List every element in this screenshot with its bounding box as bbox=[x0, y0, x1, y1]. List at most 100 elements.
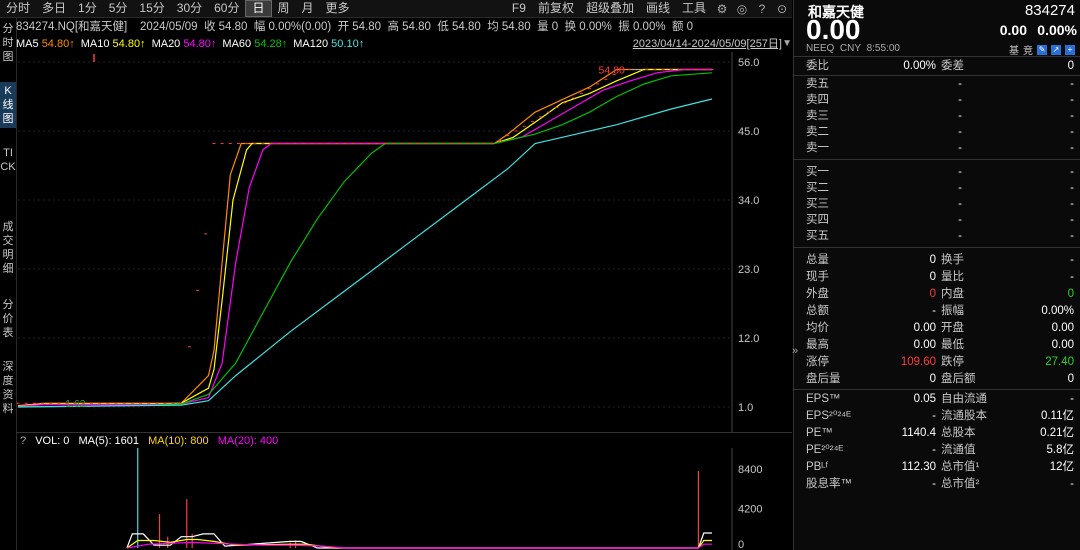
row-value: - bbox=[932, 305, 936, 317]
ma-value: 54.80↑ bbox=[183, 38, 217, 50]
row-value-2: 27.40 bbox=[1045, 356, 1074, 368]
date-range-link[interactable]: 2023/04/14-2024/05/09[257日] bbox=[633, 36, 782, 52]
sell-level-1[interactable]: 卖四 - - bbox=[794, 92, 1080, 109]
level-label: 卖三 bbox=[806, 110, 829, 122]
buy-level-4[interactable]: 买五 - - bbox=[794, 228, 1080, 245]
level-volume: - bbox=[1070, 94, 1074, 106]
period-tab-9[interactable]: 月 bbox=[296, 0, 320, 17]
row-value: - bbox=[932, 410, 936, 422]
ma-value: 54.80↑ bbox=[41, 38, 75, 50]
level-price: - bbox=[958, 214, 962, 226]
row-label: 总额 bbox=[806, 305, 829, 317]
level-label: 卖二 bbox=[806, 126, 829, 138]
period-tab-5[interactable]: 30分 bbox=[171, 0, 208, 17]
toolbar-item-3[interactable]: 画线 bbox=[640, 0, 676, 17]
row-label: 外盘 bbox=[806, 288, 829, 300]
row-value-2: 0 bbox=[1067, 373, 1074, 385]
tag-auction[interactable]: 竞 bbox=[1023, 42, 1033, 57]
level-volume: - bbox=[1070, 214, 1074, 226]
left-tab-1[interactable]: K线图 bbox=[0, 82, 16, 128]
range-dropdown-icon[interactable]: ▼ bbox=[782, 36, 792, 52]
level-label: 买三 bbox=[806, 198, 829, 210]
quote-time: 8:55:00 bbox=[866, 43, 900, 54]
row-label: 最高 bbox=[806, 339, 829, 351]
target-icon[interactable]: ◎ bbox=[734, 1, 750, 17]
collapse-icon[interactable]: ⊙ bbox=[774, 1, 790, 17]
level-price: - bbox=[958, 94, 962, 106]
level-label: 买二 bbox=[806, 182, 829, 194]
period-tab-3[interactable]: 5分 bbox=[103, 0, 134, 17]
add-icon[interactable]: + bbox=[1065, 44, 1075, 55]
row-label: PBᴸᶠ bbox=[806, 461, 829, 473]
left-tab-4[interactable]: 分价表 bbox=[0, 296, 16, 342]
row-label: PE²⁰²⁴ᴱ bbox=[806, 444, 844, 456]
period-tab-7[interactable]: 日 bbox=[245, 0, 272, 17]
last-price: 0.00 bbox=[806, 14, 861, 45]
period-tab-4[interactable]: 15分 bbox=[133, 0, 170, 17]
help-icon[interactable]: ? bbox=[754, 1, 770, 17]
level-price: - bbox=[958, 110, 962, 122]
row-value: 112.30 bbox=[901, 461, 936, 473]
toolbar-item-4[interactable]: 工具 bbox=[676, 0, 712, 17]
toolbar-item-0[interactable]: F9 bbox=[506, 0, 532, 17]
row-label: 股息率™ bbox=[806, 478, 852, 490]
left-tab-3[interactable]: 成交明细 bbox=[0, 218, 16, 278]
buy-level-2[interactable]: 买三 - - bbox=[794, 196, 1080, 213]
left-tab-5[interactable]: 深度资料 bbox=[0, 358, 16, 418]
period-tab-10[interactable]: 更多 bbox=[320, 0, 356, 17]
level-label: 卖一 bbox=[806, 142, 829, 154]
row-value-2: 0.00% bbox=[1041, 305, 1074, 317]
level-label: 卖五 bbox=[806, 78, 829, 90]
level-price: - bbox=[958, 230, 962, 242]
period-tab-0[interactable]: 分时 bbox=[0, 0, 36, 17]
left-tab-2[interactable]: TICK bbox=[0, 144, 16, 176]
quote-row: EPS™ 0.05 自由流通 - bbox=[794, 391, 1080, 408]
toolbar-item-1[interactable]: 前复权 bbox=[532, 0, 580, 17]
toolbar-item-2[interactable]: 超级叠加 bbox=[580, 0, 640, 17]
period-tab-2[interactable]: 1分 bbox=[72, 0, 103, 17]
quote-row: PE²⁰²⁴ᴱ - 流通值 5.8亿 bbox=[794, 442, 1080, 459]
level-price: - bbox=[958, 182, 962, 194]
row-label-2: 量比 bbox=[941, 271, 964, 283]
separator bbox=[794, 159, 1080, 160]
quote-row: PE™ 1140.4 总股本 0.21亿 bbox=[794, 425, 1080, 442]
period-tab-1[interactable]: 多日 bbox=[36, 0, 72, 17]
volume-chart[interactable]: 8400 4200 0 bbox=[16, 448, 792, 550]
settings-icon[interactable]: ⚙ bbox=[714, 1, 730, 17]
series-ma10 bbox=[17, 68, 712, 407]
row-value: 0.05 bbox=[913, 393, 936, 405]
ytick-2: 23.0 bbox=[738, 264, 759, 276]
buy-level-0[interactable]: 买一 - - bbox=[794, 164, 1080, 181]
series-ma120 bbox=[17, 98, 713, 408]
tag-basic[interactable]: 基 bbox=[1009, 42, 1019, 57]
period-toolbar: 分时 多日 1分 5分 15分 30分 60分日周月更多 F9 前复权 超级叠加 画线 工具 ⚙ ◎… bbox=[0, 0, 792, 18]
row-value-2: 0.11亿 bbox=[1040, 410, 1074, 422]
buy-level-3[interactable]: 买四 - - bbox=[794, 212, 1080, 229]
bar-high: 高 54.80 bbox=[387, 21, 431, 33]
expand-panel-icon[interactable]: » bbox=[792, 345, 798, 357]
level-label: 买四 bbox=[806, 214, 829, 226]
sell-level-3[interactable]: 卖二 - - bbox=[794, 124, 1080, 141]
quote-row: 总量 0 换手 - bbox=[794, 252, 1080, 269]
level-volume: - bbox=[1070, 110, 1074, 122]
webi-label: 委比 bbox=[806, 60, 829, 72]
quote-row: 涨停 109.60 跌停 27.40 bbox=[794, 354, 1080, 371]
ma-item-ma120: MA120 50.10↑ bbox=[293, 38, 364, 50]
help-icon[interactable]: ? bbox=[20, 435, 26, 447]
left-tab-0[interactable]: 分时图 bbox=[0, 20, 16, 66]
order-ratio-row: 委比 0.00% 委差 0 bbox=[794, 58, 1080, 75]
bar-low: 低 54.80 bbox=[437, 21, 481, 33]
share-icon[interactable]: ↗ bbox=[1051, 44, 1061, 55]
quote-row: 均价 0.00 开盘 0.00 bbox=[794, 320, 1080, 337]
period-tab-6[interactable]: 60分 bbox=[208, 0, 245, 17]
pencil-icon[interactable]: ✎ bbox=[1037, 44, 1047, 55]
sell-level-4[interactable]: 卖一 - - bbox=[794, 140, 1080, 157]
period-tab-8[interactable]: 周 bbox=[272, 0, 296, 17]
vol-ma20: MA(20): 400 bbox=[217, 435, 279, 447]
sell-level-0[interactable]: 卖五 - - bbox=[794, 76, 1080, 93]
ma-name: MA60 bbox=[222, 38, 252, 50]
buy-level-1[interactable]: 买二 - - bbox=[794, 180, 1080, 197]
separator bbox=[794, 247, 1080, 248]
sell-level-2[interactable]: 卖三 - - bbox=[794, 108, 1080, 125]
kline-chart[interactable]: 1.0 12.0 23.0 34.0 45.0 56.0 54.80 1.62 bbox=[16, 52, 792, 432]
